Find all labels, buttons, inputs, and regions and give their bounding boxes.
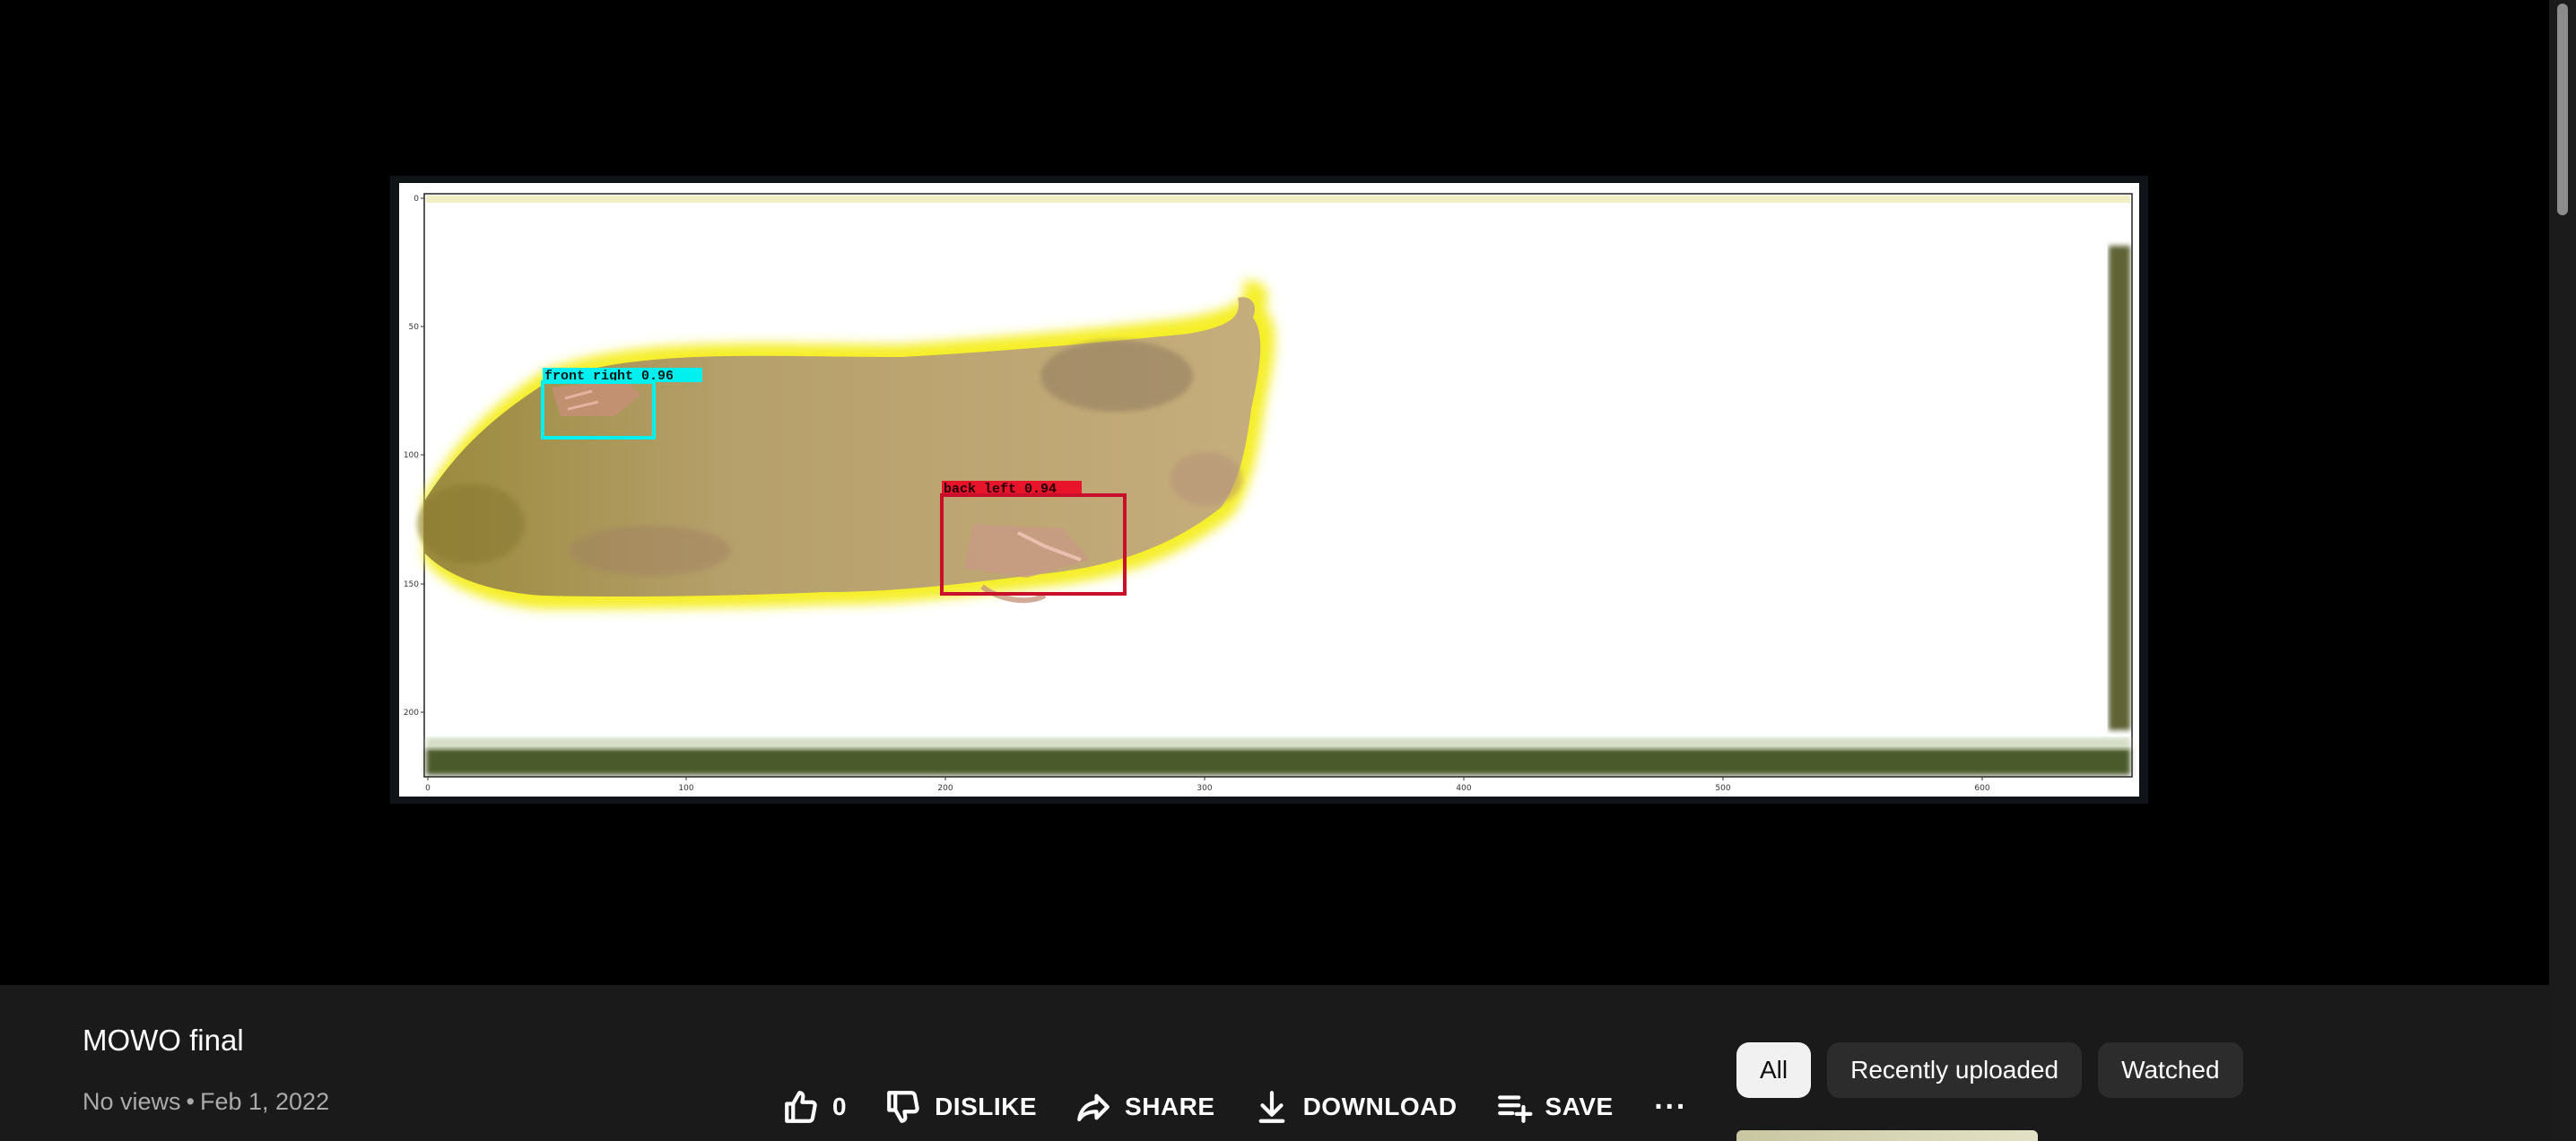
related-video-thumbnail[interactable] <box>1736 1130 2038 1141</box>
save-label: SAVE <box>1545 1093 1614 1120</box>
video-title: MOWO final <box>83 1023 244 1057</box>
share-label: SHARE <box>1125 1093 1215 1120</box>
y-tick-0: 0 <box>413 195 419 204</box>
meta-separator: • <box>186 1088 195 1115</box>
view-count: No views <box>83 1088 181 1115</box>
x-tick-400: 400 <box>1456 784 1471 793</box>
y-tick-200: 200 <box>404 709 419 718</box>
share-button[interactable]: SHARE <box>1075 1084 1215 1130</box>
chip-watched[interactable]: Watched <box>2098 1042 2243 1098</box>
more-icon: ··· <box>1654 1089 1688 1124</box>
share-icon <box>1077 1093 1110 1122</box>
video-player[interactable]: front right 0.96 back left 0.94 0 50 100… <box>0 0 2549 985</box>
video-frame[interactable]: front right 0.96 back left 0.94 0 50 100… <box>390 176 2148 804</box>
y-tick-50: 50 <box>409 323 420 332</box>
dislike-label: DISLIKE <box>935 1093 1038 1120</box>
x-tick-100: 100 <box>678 784 693 793</box>
x-tick-300: 300 <box>1197 784 1212 793</box>
dislike-icon <box>887 1091 919 1123</box>
x-tick-500: 500 <box>1715 784 1730 793</box>
chip-all[interactable]: All <box>1736 1042 1812 1098</box>
dislike-button[interactable]: DISLIKE <box>884 1084 1037 1130</box>
more-actions-button[interactable]: ··· <box>1651 1084 1691 1130</box>
chip-recently-uploaded[interactable]: Recently uploaded <box>1827 1042 2083 1098</box>
like-count: 0 <box>832 1093 848 1120</box>
video-info-panel: MOWO final No views • Feb 1, 2022 0 DISLIK… <box>0 985 2549 1141</box>
save-playlist-icon <box>1497 1095 1533 1123</box>
y-tick-100: 100 <box>404 451 419 460</box>
x-tick-0: 0 <box>425 784 431 793</box>
upload-date: Feb 1, 2022 <box>199 1088 330 1115</box>
scrollbar-thumb[interactable] <box>2557 4 2568 215</box>
video-meta: No views • Feb 1, 2022 <box>83 1087 329 1116</box>
related-filter-chips: All Recently uploaded Watched <box>1736 1042 2259 1098</box>
save-button[interactable]: SAVE <box>1495 1084 1614 1130</box>
download-label: DOWNLOAD <box>1302 1093 1458 1120</box>
video-actions: 0 DISLIKE SHARE DOWNLOAD SAVE ··· <box>782 1084 1691 1130</box>
like-button[interactable]: 0 <box>782 1084 847 1130</box>
download-icon <box>1258 1091 1284 1123</box>
like-icon <box>785 1091 817 1123</box>
page-scrollbar[interactable] <box>2549 0 2576 1141</box>
x-tick-200: 200 <box>937 784 953 793</box>
y-tick-150: 150 <box>404 580 419 589</box>
download-button[interactable]: DOWNLOAD <box>1253 1084 1458 1130</box>
video-still-detection-plot: front right 0.96 back left 0.94 0 50 100… <box>399 183 2139 797</box>
x-tick-600: 600 <box>1974 784 1989 793</box>
